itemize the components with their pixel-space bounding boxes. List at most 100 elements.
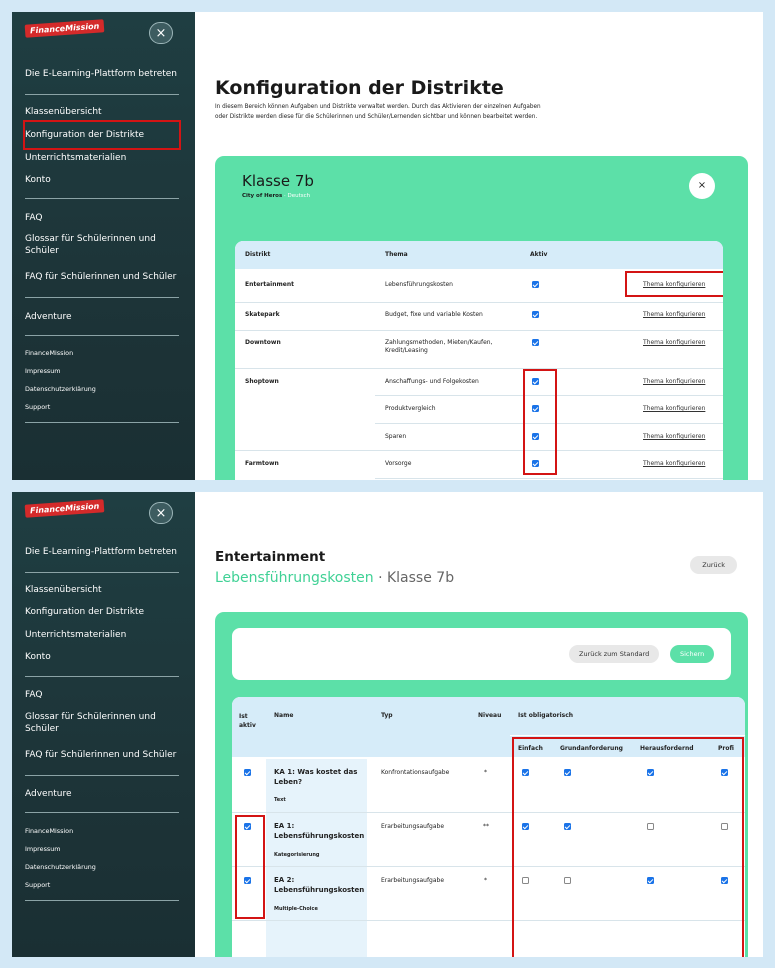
nav-account[interactable]: Konto [25, 175, 51, 185]
district-name: Entertainment [245, 281, 294, 288]
footer-support[interactable]: Support [25, 403, 50, 411]
action-bar: Zurück zum Standard Sichern [232, 628, 731, 680]
task-level: * [484, 877, 487, 884]
highlight-configure-link [625, 271, 723, 297]
nav-adventure[interactable]: Adventure [25, 789, 72, 799]
configure-topic-link[interactable]: Thema konfigurieren [643, 311, 705, 318]
page-title: Konfiguration der Distrikte [215, 77, 504, 99]
task-type: Konfrontationsaufgabe [381, 769, 450, 776]
topic-config-card: Zurück zum Standard Sichern Ist aktiv Na… [215, 612, 748, 957]
nav-teaching-materials[interactable]: Unterrichtsmaterialien [25, 153, 126, 163]
class-subject: Deutsch [287, 193, 311, 199]
screenshot-district-configuration: FinanceMission × Die E-Learning-Plattfor… [12, 12, 763, 480]
sidebar-divider [25, 775, 179, 776]
back-button[interactable]: Zurück [690, 556, 737, 574]
task-kind: Multiple-Choice [274, 906, 318, 912]
topic-name: Lebensführungskosten [215, 570, 374, 586]
topic-name: Vorsorge [385, 460, 412, 467]
task-name: KA 1: Was kostet das Leben? [274, 768, 358, 786]
configure-topic-link[interactable]: Thema konfigurieren [643, 339, 705, 346]
col-mandatory: Ist obligatorisch [518, 712, 574, 719]
nav-teaching-materials[interactable]: Unterrichtsmaterialien [25, 630, 126, 640]
row-divider [375, 478, 723, 479]
district-name: Farmtown [245, 460, 279, 467]
topic-name: Anschaffungs- und Folgekosten [385, 378, 479, 385]
footer-financemission[interactable]: FinanceMission [25, 349, 73, 357]
nav-faq-students[interactable]: FAQ für Schülerinnen und Schüler [25, 272, 176, 282]
row-divider [235, 302, 723, 303]
task-kind: Text [274, 797, 286, 803]
task-name: EA 1: Lebensführungskosten [274, 822, 365, 840]
task-type: Erarbeitungsaufgabe [381, 823, 445, 830]
class-reference: · Klasse 7b [373, 570, 455, 586]
district-name: Downtown [245, 339, 281, 346]
highlight-active-column [523, 369, 557, 475]
task-kind: Kategorisierung [274, 852, 320, 858]
col-active: Aktiv [530, 251, 548, 258]
reset-default-button[interactable]: Zurück zum Standard [569, 645, 660, 663]
task-name: EA 2: Lebensführungskosten [274, 876, 365, 894]
footer-privacy[interactable]: Datenschutzerklärung [25, 863, 96, 871]
row-divider [235, 450, 723, 451]
main-content: Entertainment Lebensführungskosten · Kla… [195, 492, 763, 957]
topic-subtitle: Lebensführungskosten · Klasse 7b [215, 570, 454, 586]
configure-topic-link[interactable]: Thema konfigurieren [643, 460, 705, 467]
col-level: Niveau [478, 712, 502, 719]
row-divider [235, 330, 723, 331]
col-district: Distrikt [245, 251, 271, 258]
sidebar-divider [25, 676, 179, 677]
footer-imprint[interactable]: Impressum [25, 845, 61, 853]
topic-name: Sparen [385, 433, 407, 440]
col-topic: Thema [385, 251, 408, 258]
financemission-logo[interactable]: FinanceMission [24, 19, 105, 38]
row-divider [235, 368, 723, 369]
footer-support[interactable]: Support [25, 881, 50, 889]
sidebar-divider [25, 900, 179, 901]
sidebar-divider [25, 422, 179, 423]
task-table: Ist aktiv Name Typ Niveau Ist obligatori… [232, 697, 745, 957]
main-content: Konfiguration der Distrikte In diesem Be… [195, 12, 763, 480]
screenshot-topic-configuration: FinanceMission × Die E-Learning-Plattfor… [12, 492, 763, 957]
topic-name: Lebensführungskosten [385, 281, 453, 288]
nav-faq-students[interactable]: FAQ für Schülerinnen und Schüler [25, 750, 176, 760]
close-menu-button[interactable]: × [149, 22, 173, 44]
nav-class-overview[interactable]: Klassenübersicht [25, 107, 102, 117]
topic-name: Budget, fixe und variable Kosten [385, 311, 483, 318]
class-world: City of Heros [242, 193, 283, 199]
save-button[interactable]: Sichern [670, 645, 715, 663]
header-divider [510, 735, 745, 736]
task-level: ** [483, 823, 489, 830]
nav-adventure[interactable]: Adventure [25, 312, 72, 322]
card-close-button[interactable]: × [689, 173, 715, 199]
nav-glossary[interactable]: Glossar für Schülerinnen und Schüler [25, 233, 185, 257]
nav-faq[interactable]: FAQ [25, 213, 42, 223]
sidebar-divider [25, 94, 179, 95]
col-is-active: Ist aktiv [239, 713, 256, 729]
nav-faq[interactable]: FAQ [25, 690, 42, 700]
sidebar-divider [25, 812, 179, 813]
nav-enter-platform[interactable]: Die E-Learning-Plattform betreten [25, 69, 177, 79]
nav-district-config[interactable]: Konfiguration der Distrikte [25, 607, 144, 617]
configure-topic-link[interactable]: Thema konfigurieren [643, 433, 705, 440]
nav-glossary[interactable]: Glossar für Schülerinnen und Schüler [25, 711, 185, 735]
page-intro: In diesem Bereich können Aufgaben und Di… [215, 104, 541, 120]
configure-topic-link[interactable]: Thema konfigurieren [643, 378, 705, 385]
financemission-logo[interactable]: FinanceMission [24, 499, 105, 518]
configure-topic-link[interactable]: Thema konfigurieren [643, 405, 705, 412]
footer-imprint[interactable]: Impressum [25, 367, 61, 375]
footer-privacy[interactable]: Datenschutzerklärung [25, 385, 96, 393]
active-checkbox[interactable] [532, 339, 539, 346]
nav-class-overview[interactable]: Klassenübersicht [25, 585, 102, 595]
close-menu-button[interactable]: × [149, 502, 173, 524]
task-active-checkbox[interactable] [244, 769, 251, 776]
topic-name: Zahlungsmethoden, Mieten/Kaufen, Kredit/… [385, 339, 493, 354]
task-type: Erarbeitungsaufgabe [381, 877, 445, 884]
active-checkbox[interactable] [532, 281, 539, 288]
nav-enter-platform[interactable]: Die E-Learning-Plattform betreten [25, 547, 177, 557]
footer-financemission[interactable]: FinanceMission [25, 827, 73, 835]
sidebar: FinanceMission × Die E-Learning-Plattfor… [12, 12, 195, 480]
sidebar-divider [25, 572, 179, 573]
highlight-nav-district-config [23, 120, 181, 150]
nav-account[interactable]: Konto [25, 652, 51, 662]
active-checkbox[interactable] [532, 311, 539, 318]
